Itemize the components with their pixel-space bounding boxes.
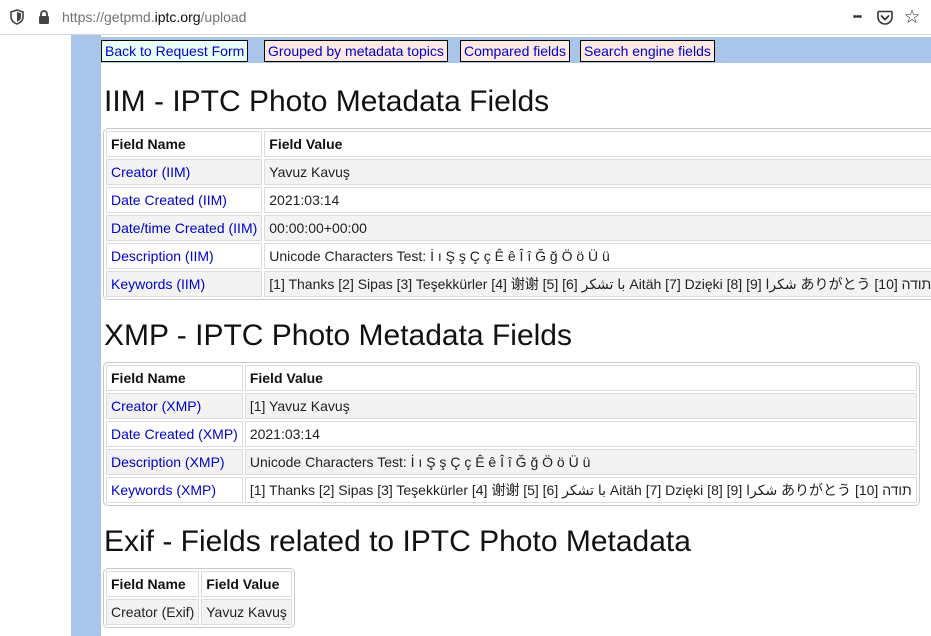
iim-table: Field Name Field Value Creator (IIM) Yav… (103, 128, 931, 300)
table-row: Creator (XMP) [1] Yavuz Kavuş (106, 393, 917, 419)
field-value: 00:00:00+00:00 (264, 215, 931, 241)
field-value: Unicode Characters Test: İ ı Ş ş Ç ç Ê ê… (244, 449, 917, 475)
field-name-link[interactable]: Creator (IIM) (111, 164, 190, 180)
field-value: Yavuz Kavuş (264, 159, 931, 185)
field-value-header: Field Value (201, 571, 292, 597)
table-row: Keywords (XMP) [1] Thanks [2] Sipas [3] … (106, 477, 917, 503)
table-row: Keywords (IIM) [1] Thanks [2] Sipas [3] … (106, 271, 931, 297)
table-row: Description (XMP) Unicode Characters Tes… (106, 449, 917, 475)
field-value: 2021:03:14 (244, 421, 917, 447)
url-field[interactable]: https://getpmd.iptc.org/upload (62, 8, 246, 26)
exif-heading: Exif - Fields related to IPTC Photo Meta… (104, 525, 691, 558)
field-name-link[interactable]: Date/time Created (IIM) (111, 220, 257, 236)
star-icon[interactable]: ☆ (902, 7, 922, 28)
xmp-heading: XMP - IPTC Photo Metadata Fields (104, 319, 572, 352)
iim-heading: IIM - IPTC Photo Metadata Fields (104, 85, 550, 118)
field-name-header: Field Name (106, 571, 200, 597)
exif-table: Field Name Field Value Creator (Exif) Ya… (103, 568, 295, 628)
field-name-link[interactable]: Keywords (XMP) (111, 482, 216, 498)
compared-fields-link[interactable]: Compared fields (460, 40, 570, 62)
browser-url-bar: https://getpmd.iptc.org/upload ••• ☆ (0, 0, 931, 35)
field-value: [1] Yavuz Kavuş (244, 393, 917, 419)
table-row: Description (IIM) Unicode Characters Tes… (106, 243, 931, 269)
left-gutter (71, 35, 101, 636)
field-name-link[interactable]: Description (IIM) (111, 248, 214, 264)
field-name-header: Field Name (106, 365, 243, 391)
more-icon[interactable]: ••• (846, 8, 868, 26)
field-value-header: Field Value (264, 131, 931, 157)
field-value-header: Field Value (244, 365, 917, 391)
table-header-row: Field Name Field Value (106, 131, 931, 157)
field-value: [1] Thanks [2] Sipas [3] Teşekkürler [4]… (244, 477, 917, 503)
table-row: Date Created (XMP) 2021:03:14 (106, 421, 917, 447)
table-row: Creator (IIM) Yavuz Kavuş (106, 159, 931, 185)
table-row: Creator (Exif) Yavuz Kavuş (106, 599, 292, 625)
field-name-header: Field Name (106, 131, 263, 157)
field-name-link[interactable]: Description (XMP) (111, 454, 225, 470)
field-value: [1] Thanks [2] Sipas [3] Teşekkürler [4]… (264, 271, 931, 297)
search-engine-fields-link[interactable]: Search engine fields (580, 40, 715, 62)
shield-icon[interactable] (9, 8, 25, 26)
field-name-link[interactable]: Keywords (IIM) (111, 276, 205, 292)
pocket-icon[interactable] (876, 8, 894, 26)
table-row: Date/time Created (IIM) 00:00:00+00:00 (106, 215, 931, 241)
field-name-link[interactable]: Date Created (IIM) (111, 192, 227, 208)
back-to-request-form-link[interactable]: Back to Request Form (101, 40, 249, 62)
table-row: Date Created (IIM) 2021:03:14 (106, 187, 931, 213)
field-name: Creator (Exif) (106, 599, 200, 625)
xmp-table: Field Name Field Value Creator (XMP) [1]… (103, 362, 920, 506)
field-name-link[interactable]: Creator (XMP) (111, 398, 201, 414)
table-header-row: Field Name Field Value (106, 365, 917, 391)
field-value: Yavuz Kavuş (201, 599, 292, 625)
lock-icon[interactable] (37, 8, 51, 26)
field-name-link[interactable]: Date Created (XMP) (111, 426, 238, 442)
field-value: 2021:03:14 (264, 187, 931, 213)
table-header-row: Field Name Field Value (106, 571, 292, 597)
grouped-by-topics-link[interactable]: Grouped by metadata topics (264, 40, 448, 62)
field-value: Unicode Characters Test: İ ı Ş ş Ç ç Ê ê… (264, 243, 931, 269)
